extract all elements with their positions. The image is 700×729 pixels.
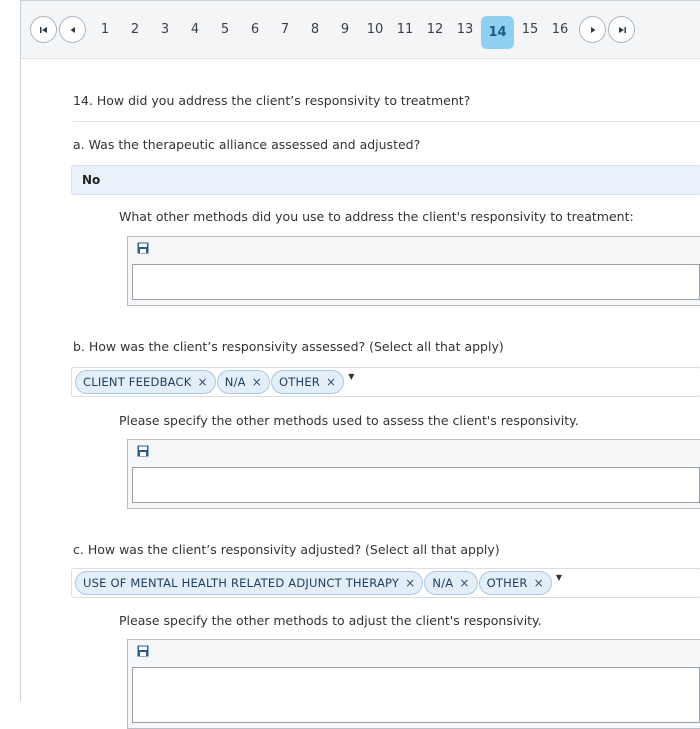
chip-label: OTHER [486,576,528,590]
prev-page-button[interactable] [59,16,86,43]
page-5-link[interactable]: 5 [210,14,240,46]
page-13-link[interactable]: 13 [450,14,480,46]
prev-page-icon [70,26,75,33]
section-b-multiselect[interactable]: CLIENT FEEDBACK × N/A × OTHER × ▼ [71,367,700,397]
page-16-link[interactable]: 16 [545,14,575,46]
section-a-followup-label: What other methods did you use to addres… [119,209,634,224]
section-b-text-area[interactable] [132,467,700,503]
section-c-label: c. How was the client’s responsivity adj… [73,542,500,557]
page-10-link[interactable]: 10 [360,14,390,46]
section-a-answer[interactable]: No [71,165,700,195]
remove-chip-icon[interactable]: × [198,375,208,389]
page-14-link[interactable]: 14 [481,16,514,49]
editor-toolbar [128,237,700,263]
page-9-link[interactable]: 9 [330,14,360,46]
selected-chip: USE OF MENTAL HEALTH RELATED ADJUNCT THE… [75,571,424,595]
first-page-button[interactable] [30,16,57,43]
section-c-text-area[interactable] [132,667,700,723]
page-15-link[interactable]: 15 [515,14,545,46]
page-12-link[interactable]: 12 [420,14,450,46]
first-page-icon [39,26,47,33]
form-frame: 1 2 3 4 5 6 7 8 9 10 11 12 13 14 15 16 14. How did you … [20,0,700,729]
page-7-link[interactable]: 7 [270,14,300,46]
page-6-link[interactable]: 6 [240,14,270,46]
page-11-link[interactable]: 11 [390,14,420,46]
section-a-text-area[interactable] [132,264,700,300]
last-page-button[interactable] [608,16,635,43]
page-3-link[interactable]: 3 [150,14,180,46]
selected-chip: N/A × [216,370,270,394]
section-c-chips: USE OF MENTAL HEALTH RELATED ADJUNCT THE… [75,571,553,595]
remove-chip-icon[interactable]: × [252,375,262,389]
chip-label: OTHER [279,375,320,389]
chip-label: N/A [224,375,246,389]
remove-chip-icon[interactable]: × [534,576,544,590]
dropdown-caret-icon[interactable]: ▼ [556,573,562,582]
selected-chip: CLIENT FEEDBACK × [75,370,216,394]
pager: 1 2 3 4 5 6 7 8 9 10 11 12 13 14 15 16 [21,1,700,59]
remove-chip-icon[interactable]: × [405,576,415,590]
dropdown-caret-icon[interactable]: ▼ [348,372,354,381]
next-page-button[interactable] [579,16,606,43]
chip-label: USE OF MENTAL HEALTH RELATED ADJUNCT THE… [83,576,400,590]
page-list: 1 2 3 4 5 6 7 8 9 10 11 12 13 14 15 16 [90,13,575,49]
save-icon[interactable] [137,242,149,254]
chip-label: N/A [432,576,454,590]
selected-chip: OTHER × [271,370,345,394]
selected-chip: N/A × [424,571,478,595]
selected-chip: OTHER × [478,571,552,595]
save-icon[interactable] [137,645,149,657]
section-c-editor [127,639,700,729]
page-1-link[interactable]: 1 [90,14,120,46]
section-a-editor [127,236,700,306]
last-page-icon [618,26,626,33]
section-b-followup-label: Please specify the other methods used to… [119,413,579,428]
editor-toolbar [128,640,700,666]
editor-toolbar [128,440,700,466]
chip-label: CLIENT FEEDBACK [83,375,192,389]
question-title: 14. How did you address the client’s res… [73,93,471,108]
section-c-multiselect[interactable]: USE OF MENTAL HEALTH RELATED ADJUNCT THE… [71,568,700,598]
divider [73,121,700,122]
section-a-label: a. Was the therapeutic alliance assessed… [73,137,421,152]
remove-chip-icon[interactable]: × [326,375,336,389]
page-8-link[interactable]: 8 [300,14,330,46]
save-icon[interactable] [137,445,149,457]
page-2-link[interactable]: 2 [120,14,150,46]
section-c-followup-label: Please specify the other methods to adju… [119,613,542,628]
page-4-link[interactable]: 4 [180,14,210,46]
section-b-editor [127,439,700,509]
section-b-chips: CLIENT FEEDBACK × N/A × OTHER × [75,370,345,394]
section-b-label: b. How was the client’s responsivity ass… [73,339,504,354]
next-page-icon [590,26,595,33]
remove-chip-icon[interactable]: × [459,576,469,590]
